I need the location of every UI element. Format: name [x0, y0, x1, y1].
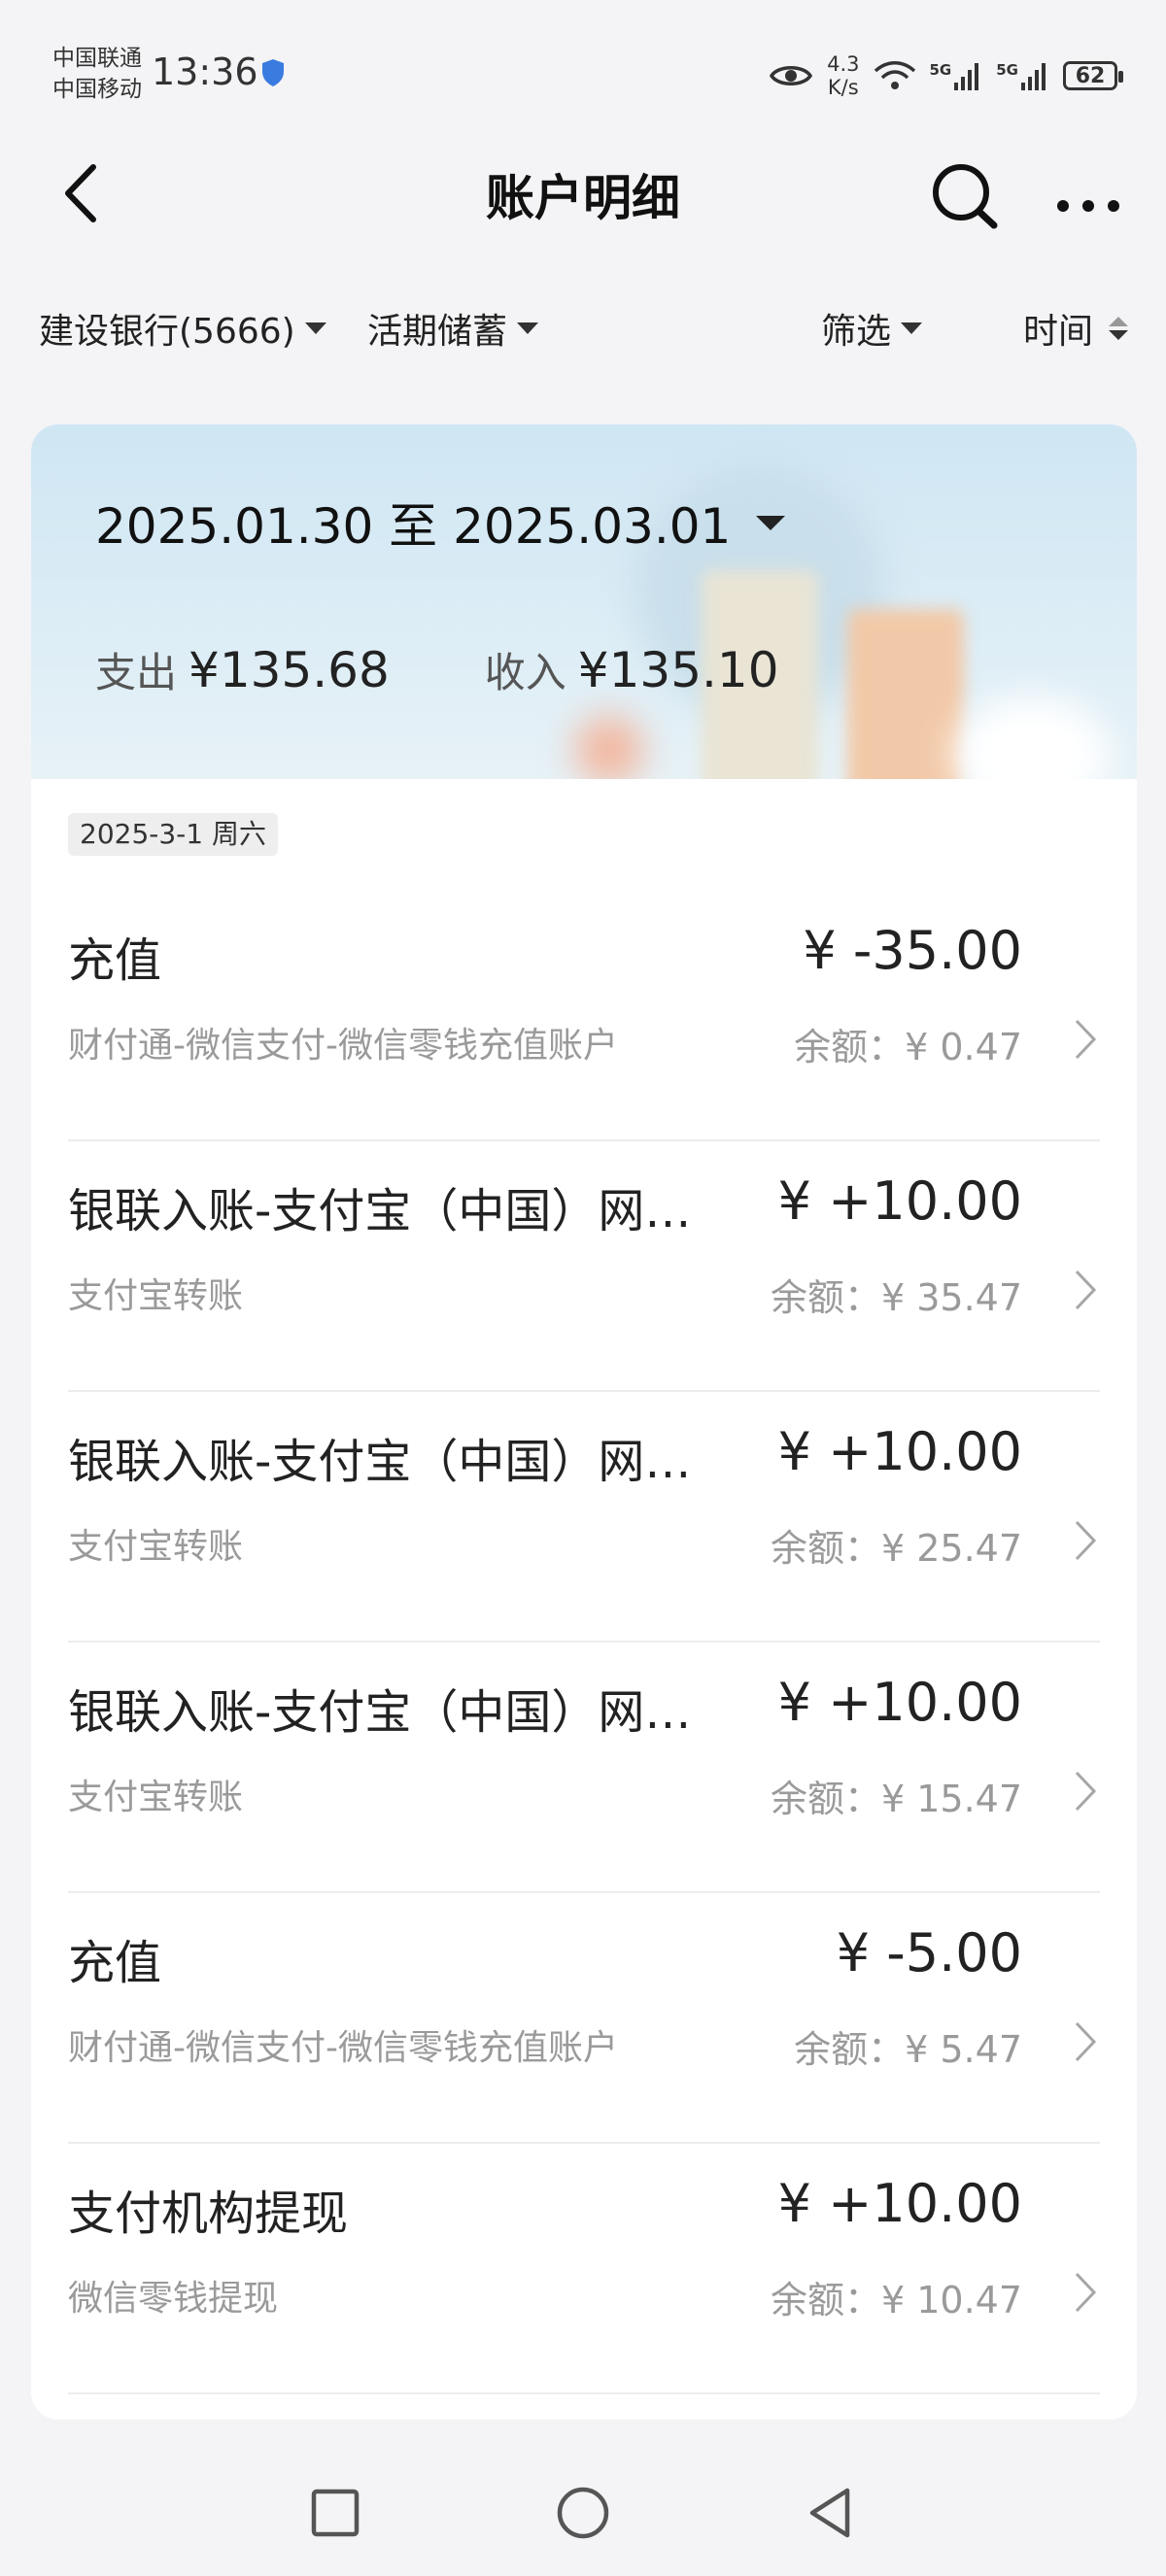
- nav-bar: 账户明细: [0, 146, 1166, 262]
- search-icon[interactable]: [928, 159, 1002, 233]
- signal-1-label: 5G: [929, 61, 952, 79]
- signal-2-label: 5G: [996, 61, 1018, 79]
- carrier-1: 中国联通: [52, 46, 142, 71]
- chevron-right-icon: [1075, 2021, 1097, 2062]
- transaction-amount: ¥ +10.00: [777, 2173, 1022, 2234]
- chevron-down-icon: [304, 322, 326, 334]
- date-group-label: 2025-3-1 周六: [68, 813, 278, 856]
- recent-apps-icon[interactable]: [301, 2479, 369, 2547]
- filter-dropdown[interactable]: 筛选: [821, 303, 923, 354]
- chevron-right-icon: [1075, 1771, 1097, 1812]
- statement-card: 2025.01.30 至 2025.03.01 支出 ¥135.68 收入 ¥135…: [31, 424, 1137, 2420]
- transaction-row[interactable]: 银联入账-支付宝（中国）网… 支付宝转账 ¥ +10.00 余额：¥ 15.47: [68, 1643, 1100, 1893]
- banner-decoration: [847, 609, 964, 779]
- transaction-title: 银联入账-支付宝（中国）网…: [68, 1435, 692, 1489]
- chevron-down-icon: [756, 515, 786, 530]
- signal-1: 5G: [930, 61, 983, 90]
- account-type-label: 活期储蓄: [367, 312, 508, 352]
- transaction-balance: 余额：¥ 15.47: [770, 1778, 1022, 1820]
- back-triangle-icon[interactable]: [797, 2479, 865, 2547]
- chevron-down-icon: [901, 322, 923, 334]
- expense-total: 支出 ¥135.68: [95, 640, 390, 699]
- transaction-subtitle: 支付宝转账: [68, 1778, 244, 1817]
- filter-label: 筛选: [821, 312, 892, 352]
- expense-value: ¥135.68: [189, 642, 390, 698]
- transaction-row[interactable]: 充值 财付通-微信支付-微信零钱充值账户 ¥ -5.00 余额：¥ 5.47: [68, 1893, 1100, 2144]
- income-value: ¥135.10: [577, 642, 779, 698]
- sort-icon: [1109, 317, 1129, 340]
- transaction-title: 充值: [68, 1936, 162, 1990]
- signal-2: 5G: [996, 61, 1049, 90]
- chevron-right-icon: [1075, 1270, 1097, 1310]
- transaction-balance: 余额：¥ 0.47: [794, 1026, 1022, 1068]
- transaction-row[interactable]: 支付机构提现 微信零钱提现 ¥ +10.00 余额：¥ 10.47: [68, 2144, 1100, 2394]
- transaction-row[interactable]: 充值 财付通-微信支付-微信零钱充值账户 ¥ -35.00 余额：¥ 0.47: [68, 891, 1100, 1141]
- account-label: 建设银行(5666): [39, 312, 295, 352]
- chevron-right-icon: [1075, 1019, 1097, 1060]
- transaction-subtitle: 微信零钱提现: [68, 2279, 279, 2319]
- date-range-text: 2025.01.30 至 2025.03.01: [95, 498, 732, 555]
- signal-bars-icon: [954, 63, 979, 90]
- eye-icon: [770, 66, 813, 85]
- expense-label: 支出: [95, 649, 178, 696]
- transaction-amount: ¥ +10.00: [777, 1421, 1022, 1482]
- totals: 支出 ¥135.68 收入 ¥135.10: [95, 640, 779, 699]
- home-icon[interactable]: [549, 2479, 617, 2547]
- filter-bar: 建设银行(5666) 活期储蓄 筛选 时间: [0, 291, 1166, 369]
- transaction-title: 银联入账-支付宝（中国）网…: [68, 1184, 692, 1238]
- transaction-subtitle: 财付通-微信支付-微信零钱充值账户: [68, 2028, 618, 2068]
- account-dropdown[interactable]: 建设银行(5666): [39, 303, 326, 354]
- system-nav-bar: [0, 2450, 1166, 2576]
- banner-decoration: [575, 716, 643, 779]
- income-label: 收入: [484, 649, 566, 696]
- chevron-right-icon: [1075, 2272, 1097, 2313]
- sort-label: 时间: [1023, 312, 1094, 352]
- transaction-amount: ¥ +10.00: [777, 1170, 1022, 1232]
- transaction-title: 充值: [68, 933, 162, 988]
- shield-icon: [262, 59, 284, 86]
- income-total: 收入 ¥135.10: [485, 640, 779, 699]
- transaction-amount: ¥ +10.00: [777, 1672, 1022, 1733]
- chevron-down-icon: [517, 322, 539, 334]
- battery-icon: 62: [1063, 61, 1123, 90]
- transaction-balance: 余额：¥ 25.47: [770, 1527, 1022, 1570]
- status-icons: 4.3 K/s 5G 5G 62: [769, 52, 1123, 99]
- status-bar: 中国联通 中国移动 13:36 4.3 K/s 5G 5G 62: [0, 0, 1166, 146]
- status-time: 13:36: [152, 51, 258, 93]
- chevron-right-icon: [1075, 1520, 1097, 1561]
- banner-decoration: [954, 696, 1110, 779]
- transaction-row[interactable]: 银联入账-支付宝（中国）网… 支付宝转账 ¥ +10.00 余额：¥ 35.47: [68, 1141, 1100, 1392]
- more-icon[interactable]: [1051, 159, 1125, 233]
- account-type-dropdown[interactable]: 活期储蓄: [367, 303, 539, 354]
- transaction-title: 银联入账-支付宝（中国）网…: [68, 1685, 692, 1740]
- transaction-subtitle: 支付宝转账: [68, 1276, 244, 1316]
- transaction-list: 充值 财付通-微信支付-微信零钱充值账户 ¥ -35.00 余额：¥ 0.47 …: [68, 891, 1100, 2394]
- transaction-subtitle: 支付宝转账: [68, 1527, 244, 1567]
- transaction-amount: ¥ -35.00: [803, 920, 1022, 981]
- date-range-selector[interactable]: 2025.01.30 至 2025.03.01: [95, 488, 786, 558]
- carrier-2: 中国移动: [52, 77, 142, 102]
- net-speed: 4.3 K/s: [827, 52, 860, 99]
- transaction-row[interactable]: 银联入账-支付宝（中国）网… 支付宝转账 ¥ +10.00 余额：¥ 25.47: [68, 1392, 1100, 1643]
- transaction-balance: 余额：¥ 5.47: [794, 2028, 1022, 2071]
- transaction-balance: 余额：¥ 10.47: [770, 2279, 1022, 2322]
- summary-banner: 2025.01.30 至 2025.03.01 支出 ¥135.68 收入 ¥135…: [31, 424, 1137, 779]
- transaction-balance: 余额：¥ 35.47: [770, 1276, 1022, 1319]
- transaction-amount: ¥ -5.00: [836, 1922, 1022, 1983]
- wifi-icon: [874, 61, 915, 89]
- transaction-title: 支付机构提现: [68, 2186, 349, 2241]
- signal-bars-icon: [1021, 63, 1046, 90]
- sort-button[interactable]: 时间: [1023, 303, 1129, 354]
- transaction-subtitle: 财付通-微信支付-微信零钱充值账户: [68, 1026, 618, 1066]
- carrier-names: 中国联通 中国移动: [52, 43, 142, 105]
